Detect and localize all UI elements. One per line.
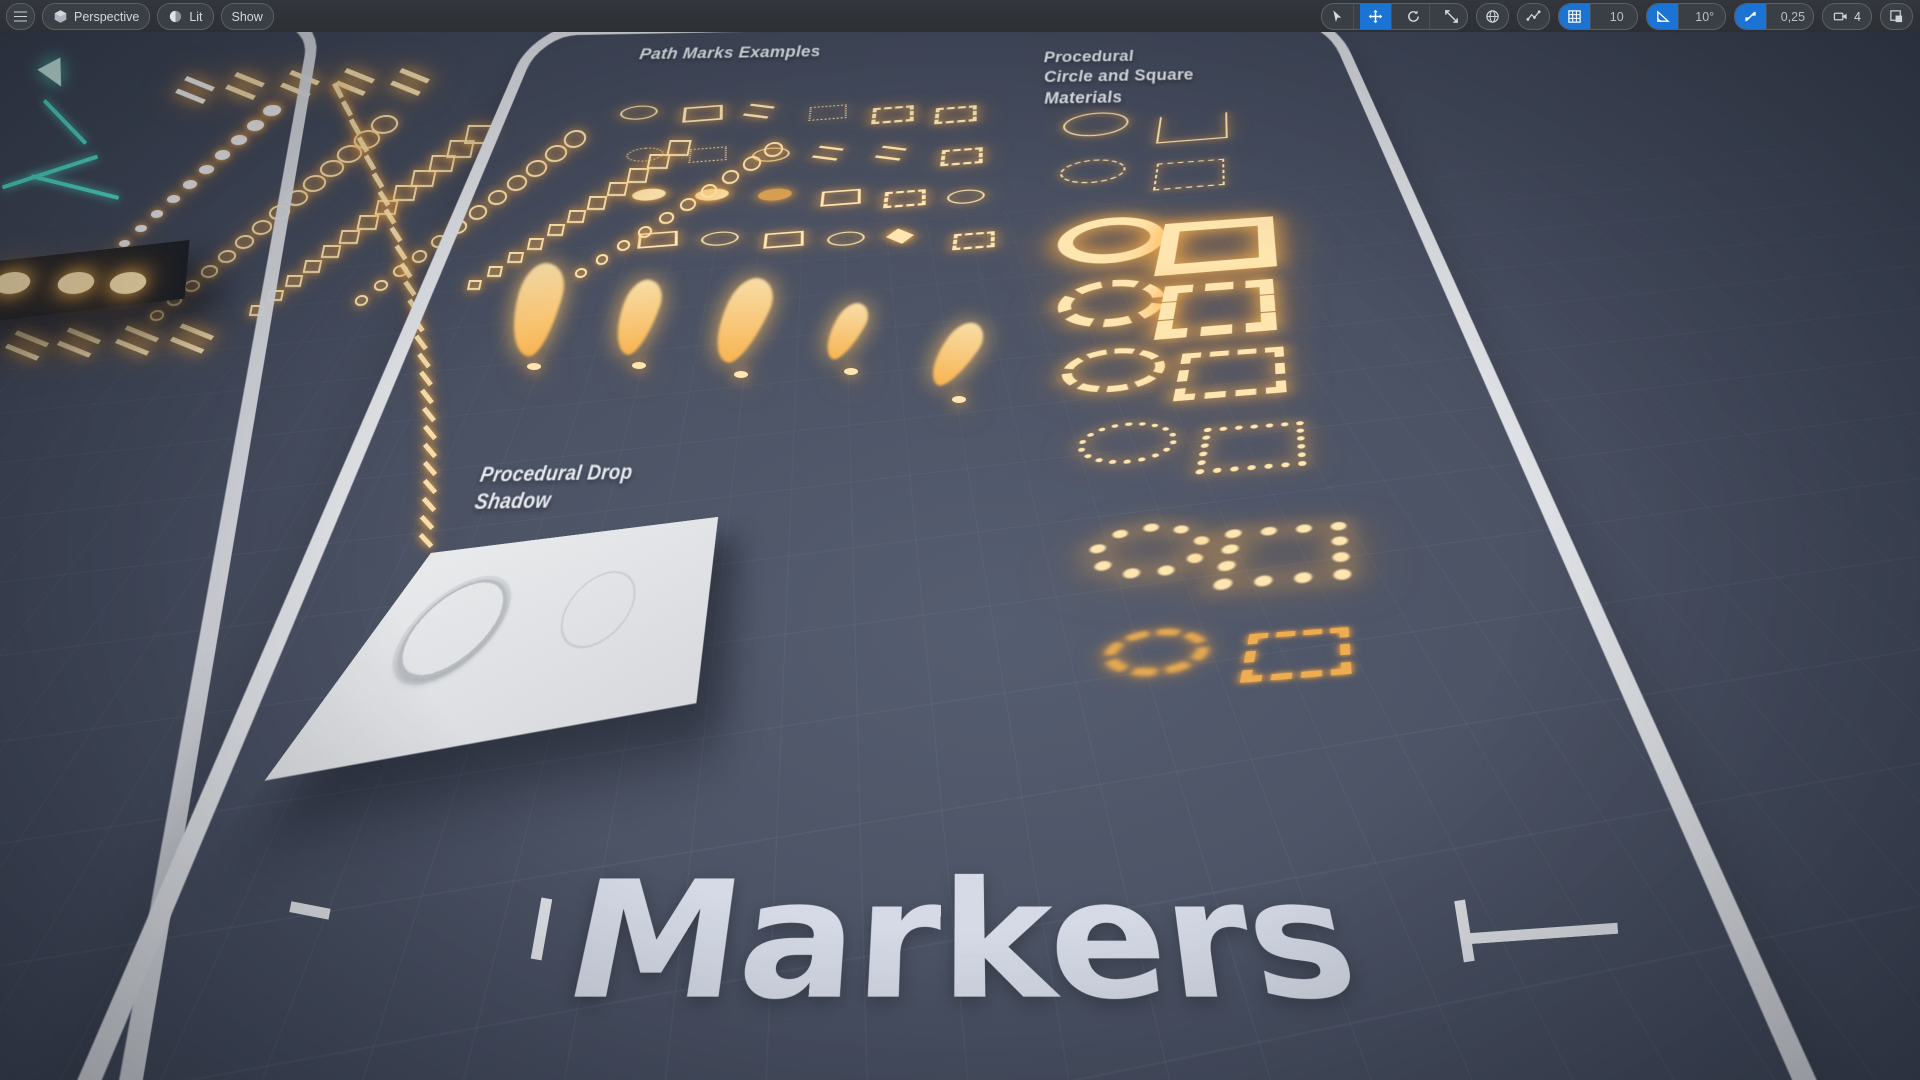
- scale-snap-toggle[interactable]: [1735, 4, 1767, 29]
- cursor-arrow-icon: [1330, 9, 1345, 24]
- path-trail-mark: [356, 215, 379, 230]
- grid-icon: [1567, 9, 1582, 24]
- surface-snap-button[interactable]: [1517, 3, 1550, 30]
- path-trail-mark: [410, 170, 436, 187]
- hamburger-icon[interactable]: [6, 3, 35, 30]
- view-mode-dropdown[interactable]: Lit: [157, 3, 213, 30]
- rotate-tool-button[interactable]: [1398, 4, 1430, 29]
- path-trail-mark: [411, 250, 429, 263]
- scale-corners-icon: [1444, 9, 1459, 24]
- move-tool-button[interactable]: [1360, 4, 1392, 29]
- grid-snap-toggle[interactable]: [1559, 4, 1591, 29]
- route-dash: [395, 244, 408, 260]
- route-dash: [364, 154, 376, 170]
- route-dash: [371, 172, 384, 188]
- path-trail-mark: [339, 230, 361, 244]
- angle-icon: [1655, 9, 1670, 24]
- path-trail-mark: [354, 295, 369, 306]
- angle-snap-control[interactable]: 10°: [1646, 3, 1726, 30]
- camera-speed-control[interactable]: 4: [1822, 3, 1872, 30]
- select-tool-button[interactable]: [1322, 4, 1354, 29]
- route-dash: [404, 280, 417, 296]
- viewport-toolbar[interactable]: Perspective Lit Show 10 10° 0,25 4: [0, 0, 1920, 32]
- path-trail-mark: [392, 185, 417, 201]
- path-trail-x-mark: [390, 68, 430, 96]
- rotate-arrows-icon: [1406, 9, 1421, 24]
- maximize-restore-icon: [1889, 9, 1904, 24]
- route-dash: [349, 118, 361, 134]
- show-menu-dropdown[interactable]: Show: [221, 3, 274, 30]
- scale-tool-button[interactable]: [1436, 4, 1467, 29]
- diagonal-arrow-icon: [1743, 9, 1758, 24]
- path-trail-mark: [373, 280, 389, 291]
- viewport-type-dropdown[interactable]: Perspective: [42, 3, 150, 30]
- grid-snap-control[interactable]: 10: [1558, 3, 1638, 30]
- globe-icon: [1485, 9, 1500, 24]
- route-dash: [389, 226, 402, 242]
- angle-snap-value[interactable]: 10°: [1685, 4, 1725, 29]
- camera-icon: [1833, 9, 1848, 24]
- view-mode-label: Lit: [189, 10, 202, 24]
- path-trail-mark: [369, 115, 400, 134]
- coordinate-system-button[interactable]: [1476, 3, 1509, 30]
- path-trail-mark: [303, 260, 323, 273]
- route-dash: [341, 100, 353, 116]
- scale-snap-value[interactable]: 0,25: [1773, 4, 1813, 29]
- camera-speed-value: 4: [1854, 10, 1861, 24]
- maximize-viewport-button[interactable]: [1880, 3, 1913, 30]
- viewport[interactable]: Path Marks Examples Procedural Circle an…: [0, 0, 1920, 1080]
- angle-snap-toggle[interactable]: [1647, 4, 1679, 29]
- viewport-type-label: Perspective: [74, 10, 139, 24]
- grid-snap-value[interactable]: 10: [1597, 4, 1637, 29]
- path-trail-mark: [321, 245, 342, 258]
- transform-tool-group[interactable]: [1321, 3, 1468, 30]
- path-trail-mark: [285, 275, 303, 287]
- sphere-lit-icon: [168, 9, 183, 24]
- move-arrows-icon: [1368, 9, 1383, 24]
- surface-snap-icon: [1526, 9, 1541, 24]
- show-menu-label: Show: [232, 10, 263, 24]
- scene-root: Path Marks Examples Procedural Circle an…: [0, 0, 1920, 1080]
- path-trail-mark: [301, 175, 327, 192]
- scale-snap-control[interactable]: 0,25: [1734, 3, 1814, 30]
- path-trail-mark: [318, 160, 345, 177]
- cube-icon: [53, 9, 68, 24]
